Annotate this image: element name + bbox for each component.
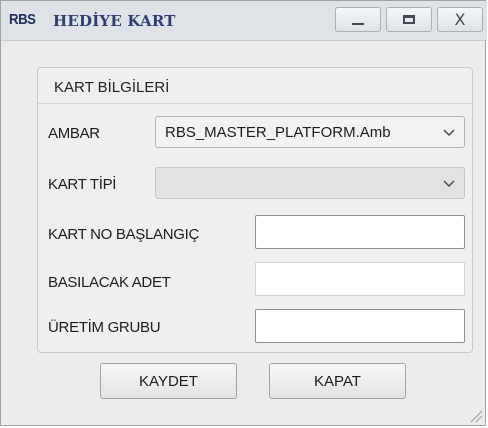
- chevron-down-icon[interactable]: [442, 125, 456, 139]
- title-bar[interactable]: RBS HEDİYE KART X: [1, 1, 487, 41]
- ambar-select[interactable]: RBS_MASTER_PLATFORM.Amb: [155, 116, 465, 148]
- chevron-down-icon[interactable]: [442, 176, 456, 190]
- ambar-label: AMBAR: [48, 125, 100, 142]
- window-title: HEDİYE KART: [53, 12, 176, 30]
- kart-tipi-select[interactable]: [155, 167, 465, 199]
- minimize-button[interactable]: [335, 7, 381, 32]
- minimize-icon: [352, 22, 364, 25]
- uretim-grubu-input[interactable]: [255, 309, 465, 343]
- maximize-button[interactable]: [386, 7, 432, 32]
- kaydet-button[interactable]: KAYDET: [100, 363, 237, 399]
- ambar-selected-value: RBS_MASTER_PLATFORM.Amb: [165, 124, 391, 141]
- basilacak-adet-label: BASILACAK ADET: [48, 274, 171, 291]
- uretim-grubu-label: ÜRETİM GRUBU: [48, 319, 161, 336]
- rbs-logo: RBS: [9, 11, 36, 28]
- hediye-kart-window: RBS HEDİYE KART X KART BİLGİLERİ AMBAR R…: [0, 0, 487, 426]
- maximize-icon: [403, 15, 415, 24]
- kart-no-baslangic-input[interactable]: [255, 215, 465, 249]
- kart-no-baslangic-label: KART NO BAŞLANGIÇ: [48, 226, 200, 243]
- group-title: KART BİLGİLERİ: [54, 79, 170, 96]
- close-window-button[interactable]: X: [437, 7, 483, 32]
- kapat-button[interactable]: KAPAT: [269, 363, 406, 399]
- close-icon: X: [454, 9, 466, 29]
- basilacak-adet-input[interactable]: [255, 262, 465, 296]
- group-header: KART BİLGİLERİ: [38, 68, 472, 104]
- kart-tipi-label: KART TİPİ: [48, 176, 117, 193]
- resize-grip-icon[interactable]: [467, 407, 483, 423]
